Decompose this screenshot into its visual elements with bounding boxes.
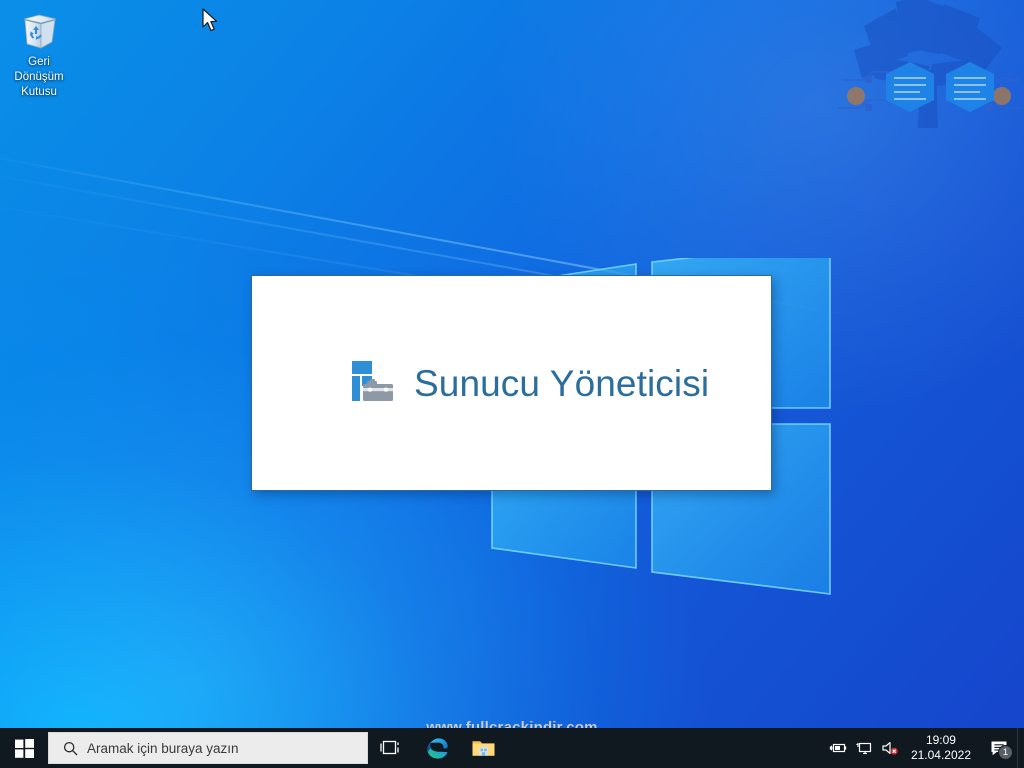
search-input[interactable]: Aramak için buraya yazın	[48, 732, 368, 764]
clock-time: 19:09	[925, 733, 956, 747]
desktop[interactable]: Geri Dönüşüm Kutusu Sunucu Yöneticisi Ar…	[0, 0, 1024, 768]
search-icon	[63, 741, 78, 755]
show-desktop-button[interactable]	[1018, 728, 1024, 768]
clock-date: 21.04.2022	[910, 748, 971, 762]
server-manager-splash-dialog[interactable]: Sunucu Yöneticisi	[251, 275, 772, 491]
system-tray: 19:09 21.04.2022 1	[825, 728, 1024, 768]
splash-app-title: Sunucu Yöneticisi	[414, 362, 710, 404]
search-placeholder: Aramak için buraya yazın	[87, 740, 239, 756]
edge-icon	[426, 737, 448, 759]
task-view-button[interactable]	[368, 728, 414, 768]
network-icon	[856, 742, 872, 755]
network-tray-button[interactable]	[851, 728, 877, 768]
task-view-icon	[380, 740, 399, 755]
volume-tray-button[interactable]	[877, 728, 903, 768]
start-button[interactable]	[0, 728, 48, 768]
splash-content-row: Sunucu Yöneticisi	[348, 359, 709, 407]
action-center-button[interactable]: 1	[981, 728, 1017, 768]
recycle-bin-icon	[23, 14, 57, 49]
server-hexagon-art	[838, 0, 1022, 128]
file-explorer-button[interactable]	[460, 728, 506, 768]
notification-badge: 1	[998, 745, 1013, 760]
arrow-cursor	[202, 8, 218, 32]
battery-plug-icon	[829, 743, 847, 753]
power-tray-button[interactable]	[825, 728, 851, 768]
desktop-icon-label: Geri Dönüşüm Kutusu	[14, 56, 64, 98]
file-explorer-icon	[472, 741, 494, 756]
edge-button[interactable]	[414, 728, 460, 768]
desktop-icon-recycle-bin[interactable]: Geri Dönüşüm Kutusu	[4, 8, 74, 100]
taskbar: Aramak için buraya yazın 19:09 21.04.202…	[0, 728, 1024, 768]
windows-start-icon	[14, 738, 34, 758]
speaker-muted-icon	[882, 741, 898, 755]
taskbar-clock[interactable]: 19:09 21.04.2022	[903, 728, 981, 768]
taskbar-buttons	[368, 728, 506, 768]
server-manager-icon	[352, 361, 393, 401]
